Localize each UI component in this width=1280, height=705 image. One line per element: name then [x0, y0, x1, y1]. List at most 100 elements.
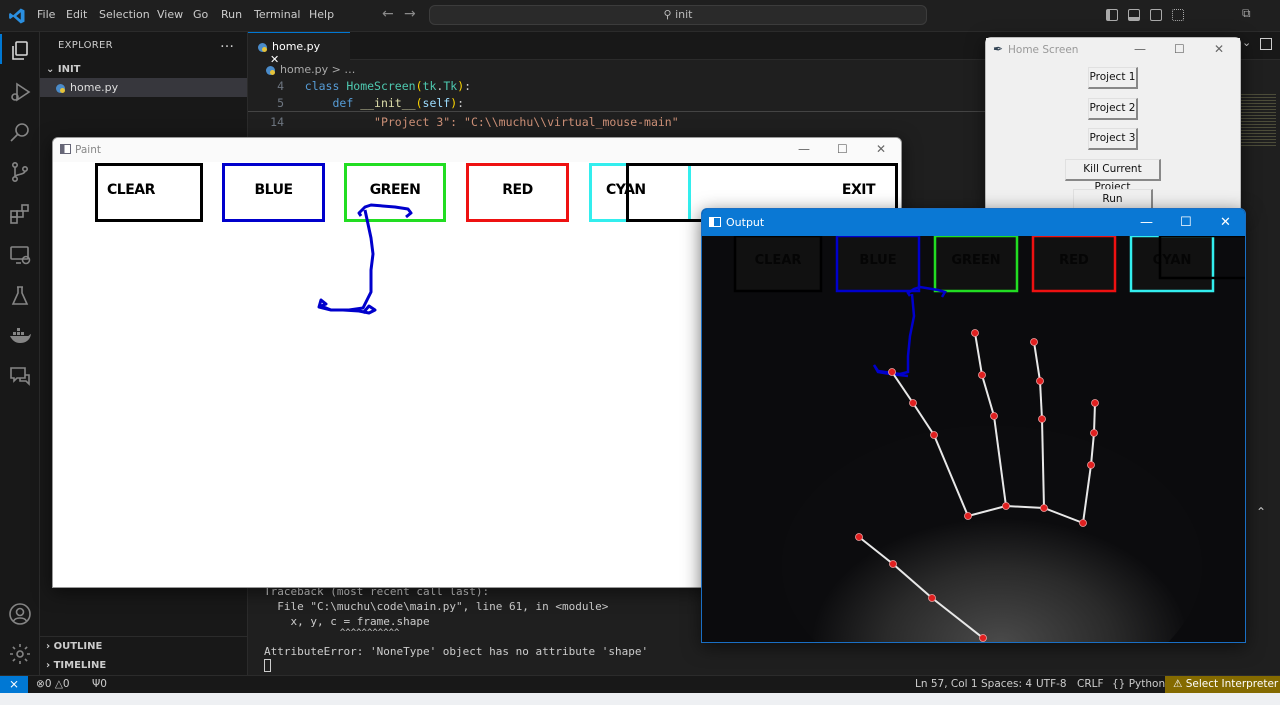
vscode-titlebar: File Edit Selection View Go Run Terminal…	[0, 0, 1280, 32]
folder-init[interactable]: ⌄ INIT	[46, 64, 81, 75]
warning-icon: △	[54, 678, 63, 690]
maximize-icon[interactable]: ☐	[1174, 42, 1185, 56]
home-screen-window: ✒ Home Screen — ☐ ✕ Project 1 Project 2 …	[985, 37, 1241, 223]
breadcrumb[interactable]: home.py > …	[266, 63, 355, 76]
color-box-label: CYAN	[1153, 253, 1192, 268]
warning-icon: ⚠	[1173, 678, 1183, 690]
code-line-4[interactable]: 4 class HomeScreen(tk.Tk):	[248, 79, 471, 93]
hand-landmark	[979, 634, 987, 642]
hand-landmark	[1091, 399, 1099, 407]
color-box-label: RED	[1059, 253, 1089, 268]
hand-landmark	[888, 368, 896, 376]
remote-indicator-icon[interactable]: ⨯	[0, 676, 28, 694]
minimap[interactable]	[1238, 92, 1276, 147]
restore-window-icon[interactable]: ⧉	[1242, 6, 1251, 21]
select-interpreter-button[interactable]: ⚠ Select Interpreter	[1165, 676, 1280, 694]
status-bar: ⨯ ⊗0 △0 Ψ0 Ln 57, Col 1 Spaces: 4 UTF-8 …	[0, 675, 1280, 694]
timeline-section[interactable]: › TIMELINE	[46, 660, 106, 671]
split-editor-icon[interactable]	[1260, 38, 1272, 50]
docker-icon[interactable]	[8, 324, 32, 348]
hand-landmark	[855, 533, 863, 541]
file-item-home-py[interactable]: home.py	[40, 78, 247, 97]
windows-taskbar	[0, 693, 1280, 705]
account-icon[interactable]	[8, 602, 32, 626]
hand-landmark	[1030, 338, 1038, 346]
maximize-icon[interactable]: ☐	[1180, 215, 1192, 230]
cursor-position[interactable]: Ln 57, Col 1	[915, 678, 978, 690]
maximize-panel-icon[interactable]: ⌃	[1256, 505, 1266, 519]
terminal-line: File "C:\muchu\code\main.py", line 61, i…	[264, 600, 609, 613]
more-actions-icon[interactable]: …	[220, 35, 234, 51]
minimize-icon[interactable]: —	[1140, 215, 1153, 230]
hand-landmark	[889, 560, 897, 568]
encoding[interactable]: UTF-8	[1036, 678, 1067, 690]
search-icon: ⚲	[663, 8, 672, 21]
problems-status[interactable]: ⊗0 △0	[36, 678, 70, 690]
hand-landmark	[978, 371, 986, 379]
command-center-search[interactable]: ⚲ init	[429, 5, 927, 25]
menu-help[interactable]: Help	[309, 8, 334, 21]
menu-selection[interactable]: Selection	[99, 8, 150, 21]
feather-icon: ✒	[993, 42, 1004, 56]
remote-explorer-icon[interactable]	[8, 243, 32, 267]
window-title: Output	[702, 209, 1245, 236]
settings-gear-icon[interactable]	[8, 642, 32, 666]
source-control-icon[interactable]	[8, 160, 32, 184]
language-mode[interactable]: {} Python	[1112, 678, 1165, 690]
hand-landmark	[909, 399, 917, 407]
hand-landmark	[964, 512, 972, 520]
menu-go[interactable]: Go	[193, 8, 208, 21]
menu-edit[interactable]: Edit	[66, 8, 87, 21]
toggle-primary-sidebar-icon[interactable]	[1106, 9, 1118, 21]
color-box-label: CLEAR	[755, 253, 802, 268]
menu-terminal[interactable]: Terminal	[254, 8, 301, 21]
terminal-cursor	[264, 659, 271, 672]
search-icon[interactable]	[8, 120, 32, 144]
hand-connection	[1093, 402, 1096, 434]
line-ending[interactable]: CRLF	[1077, 678, 1104, 690]
window-title: ✒ Home Screen	[986, 38, 1240, 62]
kill-current-project-button[interactable]: Kill Current Project	[1065, 159, 1161, 193]
forward-arrow-icon[interactable]: →	[404, 6, 416, 22]
minimize-icon[interactable]: —	[1134, 42, 1146, 56]
hand-landmark	[1040, 504, 1048, 512]
customize-layout-icon[interactable]	[1172, 9, 1184, 21]
chevron-right-icon: ›	[46, 660, 54, 671]
hand-landmark	[1002, 502, 1010, 510]
explorer-title: EXPLORER	[58, 40, 113, 51]
indentation[interactable]: Spaces: 4	[981, 678, 1032, 690]
hand-landmark	[928, 594, 936, 602]
hand-landmark	[1087, 461, 1095, 469]
extensions-icon[interactable]	[8, 202, 32, 226]
chevron-right-icon: ›	[46, 641, 54, 652]
project-1-button[interactable]: Project 1	[1088, 67, 1138, 89]
ports-status[interactable]: Ψ0	[92, 678, 107, 690]
hand-landmark	[971, 329, 979, 337]
chat-icon[interactable]	[8, 364, 32, 388]
vscode-logo-icon	[9, 8, 25, 24]
project-3-button[interactable]: Project 3	[1088, 128, 1138, 150]
outline-section[interactable]: › OUTLINE	[46, 641, 102, 652]
hand-landmark	[1036, 377, 1044, 385]
menu-file[interactable]: File	[37, 8, 55, 21]
hand-landmark	[1090, 429, 1098, 437]
color-box-label: GREEN	[951, 253, 1000, 268]
tab-home-py[interactable]: home.py ✕	[248, 32, 350, 66]
terminal-line: ^^^^^^^^^^^	[264, 628, 400, 638]
run-debug-icon[interactable]	[8, 80, 32, 104]
code-line-5[interactable]: 5 def __init__(self):	[248, 96, 464, 110]
close-icon[interactable]: ✕	[1214, 42, 1224, 56]
chevron-down-icon[interactable]: ⌄	[1242, 36, 1251, 49]
project-2-button[interactable]: Project 2	[1088, 98, 1138, 120]
back-arrow-icon[interactable]: ←	[382, 6, 394, 22]
code-line-14[interactable]: 14 "Project 3": "C:\\muchu\\virtual_mous…	[248, 115, 679, 129]
menu-view[interactable]: View	[157, 8, 183, 21]
search-text: init	[675, 8, 693, 21]
testing-icon[interactable]	[8, 284, 32, 308]
explorer-icon[interactable]	[8, 39, 32, 63]
menu-run[interactable]: Run	[221, 8, 242, 21]
toggle-panel-icon[interactable]	[1128, 9, 1140, 21]
toggle-secondary-sidebar-icon[interactable]	[1150, 9, 1162, 21]
close-icon[interactable]: ✕	[1220, 215, 1231, 230]
chevron-down-icon: ⌄	[46, 64, 55, 75]
